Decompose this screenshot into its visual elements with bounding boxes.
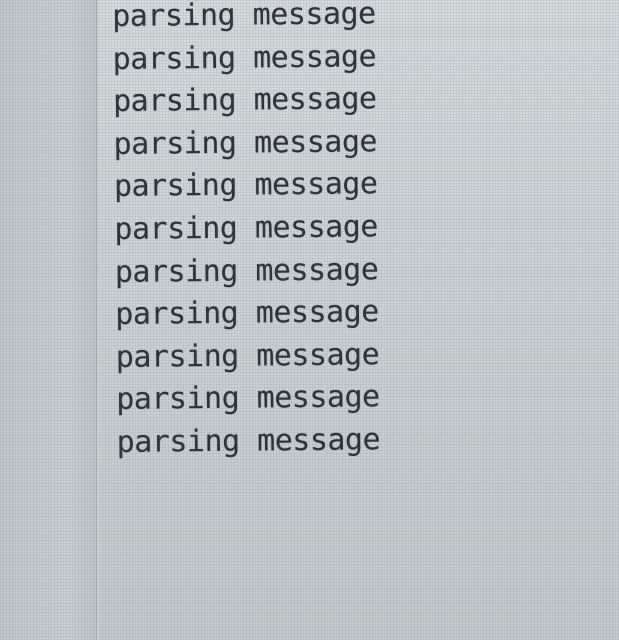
log-line: parsing message: [115, 294, 379, 333]
terminal-screen: parsing message parsing message parsing …: [0, 0, 619, 640]
log-line: parsing message: [116, 422, 381, 460]
log-line: parsing message: [112, 81, 377, 120]
log-line: parsing message: [115, 336, 380, 375]
log-line: parsing message: [116, 379, 380, 418]
log-line: parsing message: [114, 251, 379, 290]
log-line: parsing message: [112, 0, 376, 34]
pane-divider[interactable]: [96, 0, 99, 640]
log-line: parsing message: [114, 209, 379, 247]
left-sidebar-pane: [0, 0, 96, 640]
log-line: parsing message: [113, 166, 378, 205]
log-line: parsing message: [112, 38, 377, 77]
console-output: parsing message parsing message parsing …: [112, 0, 597, 465]
log-line: parsing message: [113, 124, 378, 162]
